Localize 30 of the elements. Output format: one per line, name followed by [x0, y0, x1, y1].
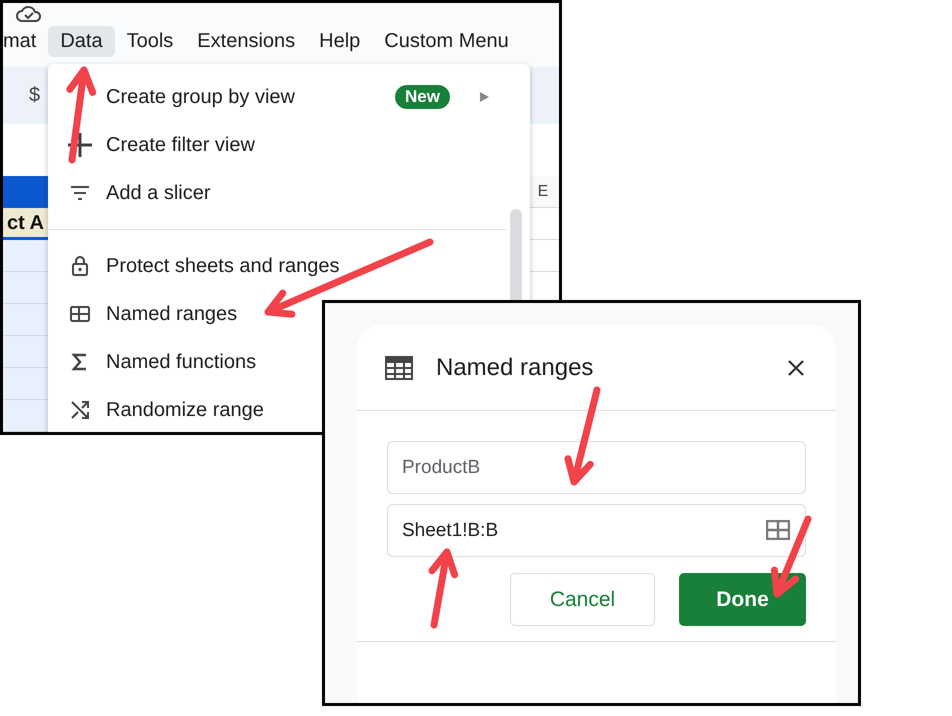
close-icon[interactable] — [786, 358, 806, 378]
menu-item[interactable]: Protect sheets and ranges — [48, 242, 530, 290]
menu-item[interactable]: Create filter view — [48, 121, 530, 169]
menu-bar-item[interactable]: Extensions — [185, 26, 308, 58]
currency-button[interactable]: $ — [25, 82, 44, 109]
name-input-field[interactable]: ProductB — [387, 441, 806, 494]
table-cell — [3, 400, 48, 432]
table-cell — [3, 368, 48, 400]
menu-bar-item[interactable]: Tools — [114, 26, 186, 58]
done-button[interactable]: Done — [679, 573, 806, 626]
table-cell — [3, 304, 48, 336]
cloud-check-icon[interactable] — [15, 3, 43, 24]
grid-icon[interactable] — [766, 520, 790, 540]
menu-bar-item[interactable]: Data — [48, 26, 115, 58]
column-header[interactable]: E — [527, 176, 559, 208]
menu-item[interactable]: Add a slicer — [48, 169, 530, 217]
range-input-field[interactable]: Sheet1!B:B — [387, 504, 806, 557]
menu-bar-item[interactable]: Help — [307, 26, 372, 58]
new-badge: New — [395, 85, 450, 109]
table-cell — [3, 240, 48, 272]
menu-bar-item[interactable]: Custom Menu — [372, 26, 521, 58]
table-cell — [3, 336, 48, 368]
menu-bar-item[interactable]: mat — [3, 26, 48, 58]
cancel-button[interactable]: Cancel — [510, 573, 655, 626]
table-cell — [3, 272, 48, 304]
table-cell: ct A — [3, 208, 48, 240]
dialog-title: Named ranges — [436, 354, 594, 382]
menu-item[interactable]: Create group by view New — [48, 73, 530, 121]
table-icon — [384, 354, 414, 380]
plus-icon — [68, 133, 92, 157]
